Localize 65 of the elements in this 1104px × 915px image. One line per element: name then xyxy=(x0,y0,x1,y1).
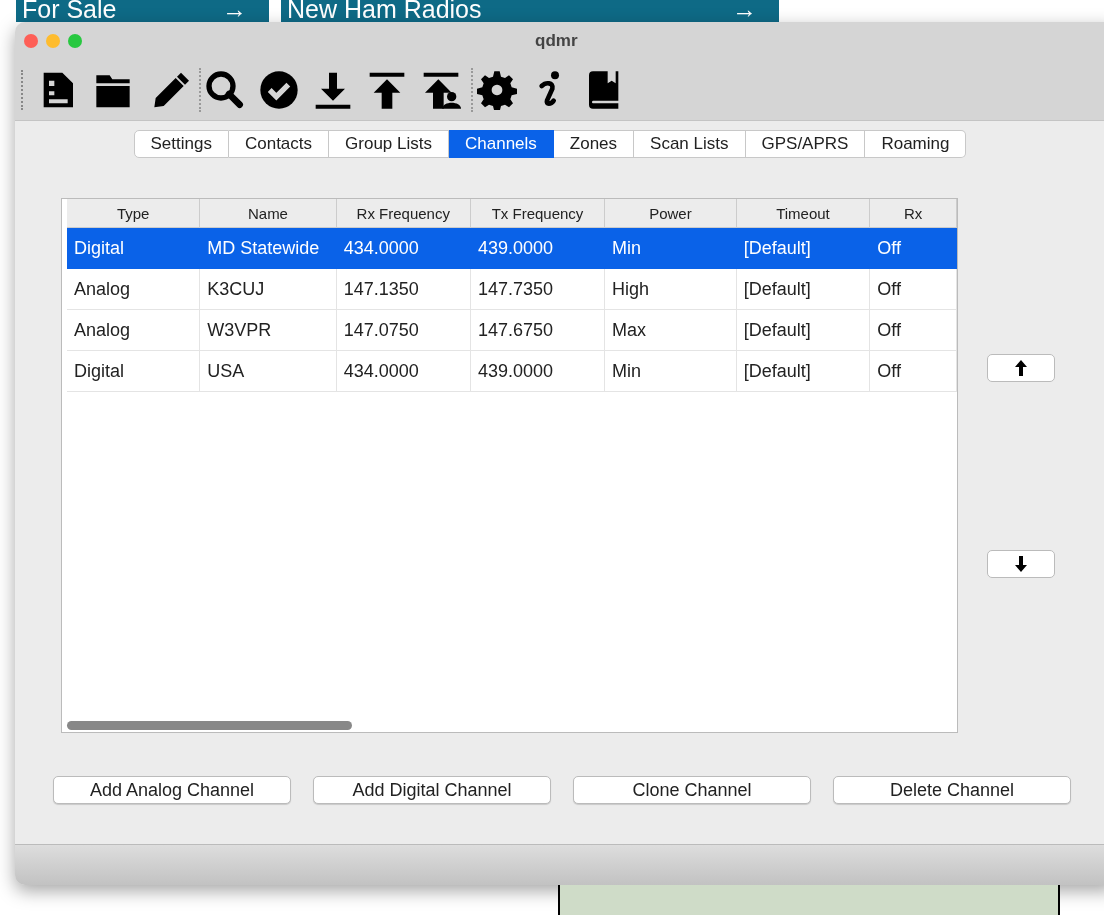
checkmark-icon[interactable] xyxy=(259,70,299,110)
table-cell: Digital xyxy=(67,350,200,392)
tab[interactable]: Settings xyxy=(133,130,229,158)
column-header[interactable]: Timeout xyxy=(736,199,870,228)
banner-link[interactable]: New Ham Radios → xyxy=(281,0,779,22)
table-cell: [Default] xyxy=(736,350,870,392)
move-down-button[interactable] xyxy=(987,550,1055,578)
window-title: qdmr xyxy=(535,31,578,51)
column-header[interactable]: Name xyxy=(199,199,337,228)
banner-link[interactable]: For Sale → xyxy=(16,0,269,22)
tab[interactable]: Contacts xyxy=(228,130,330,158)
table-cell: Off xyxy=(869,268,957,310)
arrow-down-icon xyxy=(1014,555,1028,573)
scrollbar-thumb[interactable] xyxy=(67,721,352,730)
table-cell: 434.0000 xyxy=(336,350,471,392)
table-cell: 147.0750 xyxy=(336,309,471,351)
tab[interactable]: Channels xyxy=(449,130,554,158)
table-cell: USA xyxy=(199,350,337,392)
table-row[interactable]: Digital USA 434.0000 439.0000 Min [Default] Off xyxy=(67,350,957,392)
table-row[interactable]: Analog W3VPR 147.0750 147.6750 Max [Default] Off xyxy=(67,309,957,351)
table-cell: 439.0000 xyxy=(470,350,605,392)
table-cell: Off xyxy=(869,309,957,351)
upload-user-icon[interactable] xyxy=(421,70,461,110)
tab[interactable]: Group Lists xyxy=(329,130,449,158)
table-cell: Off xyxy=(869,350,957,392)
table-cell: [Default] xyxy=(736,268,870,310)
tab[interactable]: Roaming xyxy=(865,130,967,158)
table-cell: Digital xyxy=(67,227,200,269)
column-header[interactable]: Power xyxy=(604,199,737,228)
column-header[interactable]: Type xyxy=(67,199,200,228)
table-cell: 147.6750 xyxy=(470,309,605,351)
tab[interactable]: Scan Lists xyxy=(634,130,746,158)
table-row[interactable]: Digital MD Statewide 434.0000 439.0000 Min [Default] Off xyxy=(67,227,957,269)
table-cell: High xyxy=(604,268,737,310)
table-cell: [Default] xyxy=(736,227,870,269)
download-icon[interactable] xyxy=(313,70,353,110)
column-header[interactable]: Rx xyxy=(869,199,957,228)
tab[interactable]: GPS/APRS xyxy=(745,130,866,158)
table-cell: 147.1350 xyxy=(336,268,471,310)
table-cell: Max xyxy=(604,309,737,351)
move-up-button[interactable] xyxy=(987,354,1055,382)
arrow-up-icon xyxy=(1014,359,1028,377)
table-cell: W3VPR xyxy=(199,309,337,351)
table-cell: 439.0000 xyxy=(470,227,605,269)
settings-icon[interactable] xyxy=(477,70,517,110)
table-cell: Analog xyxy=(67,309,200,351)
action-button[interactable]: Delete Channel xyxy=(833,776,1071,804)
table-cell: [Default] xyxy=(736,309,870,351)
column-header[interactable]: Tx Frequency xyxy=(470,199,605,228)
table-cell: MD Statewide xyxy=(199,227,337,269)
search-icon[interactable] xyxy=(205,70,245,110)
table-cell: Analog xyxy=(67,268,200,310)
action-button[interactable]: Add Digital Channel xyxy=(313,776,551,804)
table-cell: Min xyxy=(604,227,737,269)
table-row[interactable]: Analog K3CUJ 147.1350 147.7350 High [Default] Off xyxy=(67,268,957,310)
column-header[interactable]: Rx Frequency xyxy=(336,199,471,228)
tab[interactable]: Zones xyxy=(553,130,635,158)
table-cell: Min xyxy=(604,350,737,392)
table-cell: K3CUJ xyxy=(199,268,337,310)
table-cell: 147.7350 xyxy=(470,268,605,310)
action-button[interactable]: Clone Channel xyxy=(573,776,811,804)
action-button[interactable]: Add Analog Channel xyxy=(53,776,291,804)
table-cell: 434.0000 xyxy=(336,227,471,269)
upload-icon[interactable] xyxy=(367,70,407,110)
table-cell: Off xyxy=(869,227,957,269)
